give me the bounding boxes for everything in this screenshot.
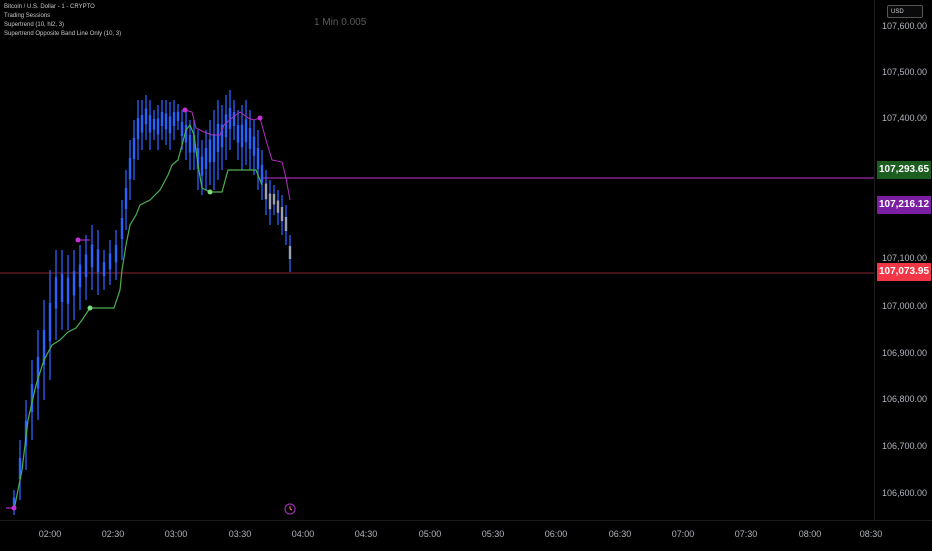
candle-body: [108, 253, 112, 270]
candle-body: [272, 194, 276, 205]
candle-body: [124, 188, 128, 209]
candle-body: [136, 118, 140, 139]
time-tick: 03:00: [164, 529, 188, 539]
candle-body: [204, 148, 208, 169]
candle-body: [168, 116, 172, 134]
candle-body: [144, 108, 148, 125]
candle-body: [260, 165, 264, 183]
candle-body: [268, 193, 272, 210]
price-axis[interactable]: 107,600.00 107,500.00 107,400.00 107,100…: [874, 0, 932, 520]
candle-body: [114, 245, 118, 263]
indicator-trading-sessions[interactable]: Trading Sessions: [4, 12, 121, 21]
time-tick: 08:30: [859, 529, 883, 539]
candle-body: [66, 277, 70, 304]
time-tick: 06:00: [544, 529, 568, 539]
candle-body: [132, 138, 136, 159]
candle-body: [212, 134, 216, 162]
candle-body: [284, 217, 288, 231]
time-tick: 06:30: [608, 529, 632, 539]
time-tick: 02:00: [38, 529, 62, 539]
price-tick: 107,400.00: [881, 113, 927, 123]
candle-body: [208, 139, 212, 163]
time-axis[interactable]: 02:00 02:30 03:00 03:30 04:00 04:30 05:0…: [0, 520, 932, 551]
price-tick: 107,600.00: [881, 21, 927, 31]
price-tick: 106,800.00: [881, 394, 927, 404]
candle-body: [120, 218, 124, 239]
candle-body: [102, 262, 106, 276]
opposite-band-price-label: 107,293.65: [877, 161, 931, 179]
price-tick: 106,900.00: [881, 348, 927, 358]
price-chart[interactable]: [0, 0, 874, 520]
candle-body: [276, 200, 280, 213]
candle-body: [84, 254, 88, 278]
candle-body: [72, 271, 76, 296]
candle-body: [54, 277, 58, 309]
candle-body: [148, 115, 152, 133]
time-tick: 07:30: [734, 529, 758, 539]
supertrend-up-dot: [87, 305, 93, 311]
candle-body: [78, 264, 82, 288]
supertrend-down-dot: [182, 107, 188, 113]
price-tick: 107,500.00: [881, 67, 927, 77]
candle-body: [60, 274, 64, 302]
candle-body: [240, 124, 244, 148]
indicator-supertrend[interactable]: Supertrend (10, hl2, 3): [4, 21, 121, 30]
time-tick: 08:00: [798, 529, 822, 539]
chart-area[interactable]: Bitcoin / U.S. Dollar - 1 - CRYPTO Tradi…: [0, 0, 874, 520]
time-tick: 07:00: [671, 529, 695, 539]
candle-body: [216, 124, 220, 152]
candle-body: [96, 249, 100, 273]
supertrend-price-label: 107,216.12: [877, 196, 931, 214]
candle-body: [252, 136, 256, 156]
candle-body: [248, 128, 252, 149]
time-tick: 05:00: [418, 529, 442, 539]
candle-body: [36, 357, 40, 389]
supertrend-up-dot: [207, 189, 213, 195]
time-tick: 04:30: [354, 529, 378, 539]
price-tick: 106,700.00: [881, 441, 927, 451]
candle-body: [156, 118, 160, 135]
interval-watermark: 1 Min 0.005: [314, 17, 367, 28]
candle-body: [288, 246, 292, 260]
price-tick: 106,600.00: [881, 488, 927, 498]
last-price-label: 107,073.95: [877, 263, 931, 281]
supertrend-down-dot: [257, 115, 263, 121]
candle-body: [232, 112, 236, 126]
candle-body: [256, 148, 260, 169]
candle-body: [180, 122, 184, 136]
supertrend-down-dot: [11, 505, 17, 511]
time-tick: 03:30: [228, 529, 252, 539]
indicator-supertrend-opposite[interactable]: Supertrend Opposite Band Line Only (10, …: [4, 30, 121, 39]
price-tick: 107,100.00: [881, 253, 927, 263]
clock-icon[interactable]: [284, 503, 296, 515]
supertrend-down-dot: [75, 237, 81, 243]
time-tick: 04:00: [291, 529, 315, 539]
candle-body: [200, 156, 204, 176]
currency-button[interactable]: USD: [887, 5, 923, 18]
symbol-title[interactable]: Bitcoin / U.S. Dollar - 1 - CRYPTO: [4, 3, 121, 12]
time-tick: 02:30: [101, 529, 125, 539]
candle-body: [172, 112, 176, 126]
candle-body: [176, 111, 180, 121]
candles: [12, 90, 292, 515]
price-tick: 107,000.00: [881, 301, 927, 311]
time-tick: 05:30: [481, 529, 505, 539]
candle-body: [244, 119, 248, 143]
candle-body: [188, 135, 192, 153]
candle-body: [264, 183, 268, 200]
candle-body: [280, 207, 284, 221]
candle-body: [140, 115, 144, 133]
candle-body: [48, 303, 52, 342]
candle-body: [128, 158, 132, 179]
candle-body: [164, 113, 168, 130]
candle-body: [160, 112, 164, 126]
candle-body: [236, 125, 240, 143]
chart-legend: Bitcoin / U.S. Dollar - 1 - CRYPTO Tradi…: [4, 3, 121, 39]
candle-body: [90, 244, 94, 268]
candle-body: [152, 119, 156, 130]
candle-body: [224, 114, 228, 138]
